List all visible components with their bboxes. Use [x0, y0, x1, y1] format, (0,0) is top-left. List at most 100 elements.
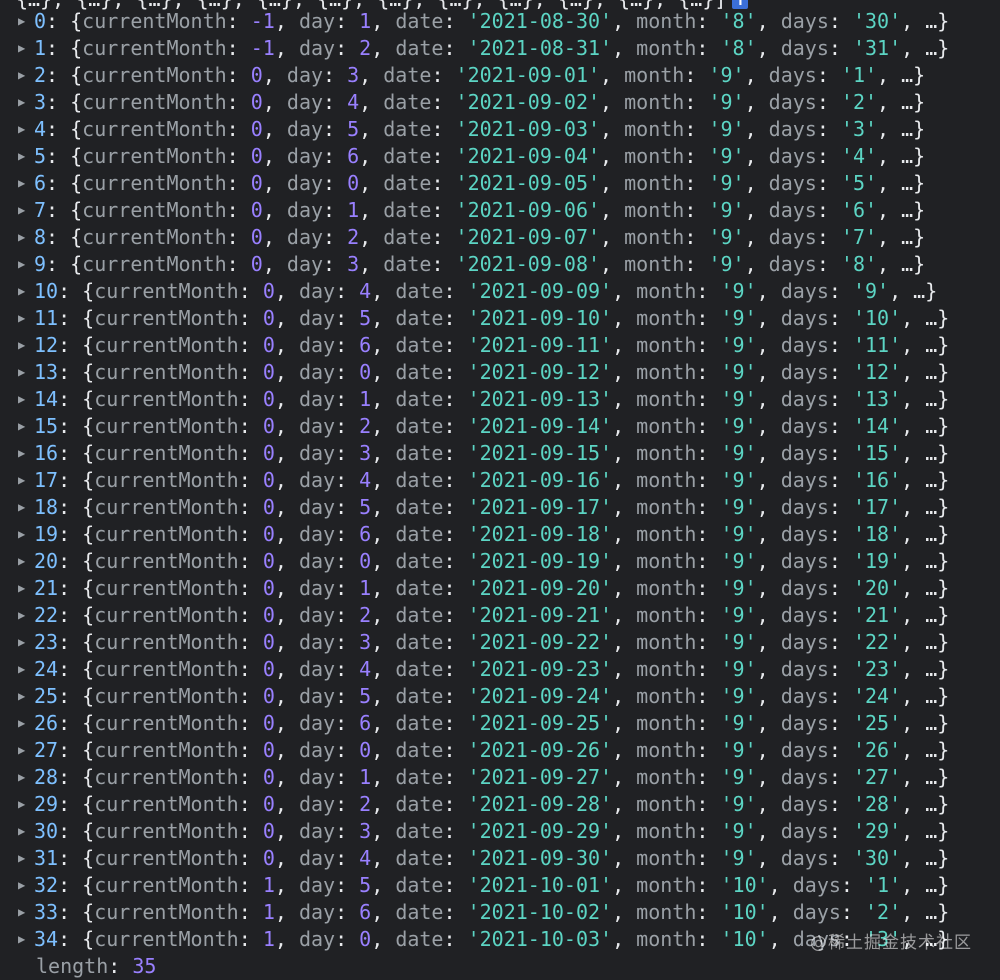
array-entry-row[interactable]: ▶ 12: {currentMonth: 0, day: 6, date: '20… [0, 332, 1000, 359]
index-colon: : { [46, 9, 83, 33]
array-entry-row[interactable]: ▶ 21: {currentMonth: 0, day: 1, date: '20… [0, 575, 1000, 602]
comma: , [612, 657, 637, 681]
expand-triangle-icon[interactable]: ▶ [18, 332, 30, 359]
expand-triangle-icon[interactable]: ▶ [18, 818, 30, 845]
colon: : [696, 603, 721, 627]
expand-triangle-icon[interactable]: ▶ [18, 305, 30, 332]
expand-triangle-icon[interactable]: ▶ [18, 143, 30, 170]
expand-triangle-icon[interactable]: ▶ [18, 683, 30, 710]
array-entry-row[interactable]: ▶ 24: {currentMonth: 0, day: 4, date: '20… [0, 656, 1000, 683]
expand-triangle-icon[interactable]: ▶ [18, 710, 30, 737]
expand-triangle-icon[interactable]: ▶ [18, 845, 30, 872]
array-entry-row[interactable]: ▶ 11: {currentMonth: 0, day: 5, date: '20… [0, 305, 1000, 332]
array-entry-row[interactable]: ▶ 14: {currentMonth: 0, day: 1, date: '20… [0, 386, 1000, 413]
expand-triangle-icon[interactable]: ▶ [18, 467, 30, 494]
array-entry-row[interactable]: ▶ 23: {currentMonth: 0, day: 3, date: '20… [0, 629, 1000, 656]
value-date: '2021-09-13' [467, 387, 613, 411]
colon: : [828, 711, 853, 735]
value-currentMonth: 0 [262, 684, 275, 708]
value-date: '2021-09-20' [467, 576, 613, 600]
expand-triangle-icon[interactable]: ▶ [18, 548, 30, 575]
array-entry-row[interactable]: ▶ 6: {currentMonth: 0, day: 0, date: '202… [0, 170, 1000, 197]
expand-triangle-icon[interactable]: ▶ [18, 602, 30, 629]
array-entry-row[interactable]: ▶ 20: {currentMonth: 0, day: 0, date: '20… [0, 548, 1000, 575]
array-entry-row[interactable]: ▶ 8: {currentMonth: 0, day: 2, date: '202… [0, 224, 1000, 251]
expand-triangle-icon[interactable]: ▶ [18, 926, 30, 953]
colon: : [238, 495, 263, 519]
index-colon: : { [58, 630, 95, 654]
array-entry-row[interactable]: ▶ 1: {currentMonth: -1, day: 2, date: '20… [0, 35, 1000, 62]
value-day: 1 [359, 576, 372, 600]
value-days: '23' [852, 657, 902, 681]
expand-triangle-icon[interactable]: ▶ [18, 62, 30, 89]
expand-triangle-icon[interactable]: ▶ [18, 35, 30, 62]
expand-triangle-icon[interactable]: ▶ [18, 521, 30, 548]
index-colon: : { [58, 279, 95, 303]
key-date: date [383, 171, 432, 195]
expand-triangle-icon[interactable]: ▶ [18, 116, 30, 143]
comma: , [274, 468, 299, 492]
array-entry-row[interactable]: ▶ 22: {currentMonth: 0, day: 2, date: '20… [0, 602, 1000, 629]
expand-triangle-icon[interactable]: ▶ [18, 629, 30, 656]
colon: : [828, 684, 853, 708]
comma: , [274, 900, 299, 924]
expand-triangle-icon[interactable]: ▶ [18, 494, 30, 521]
array-entry-row[interactable]: ▶ 17: {currentMonth: 0, day: 4, date: '20… [0, 467, 1000, 494]
array-entry-row[interactable]: ▶ 31: {currentMonth: 0, day: 4, date: '20… [0, 845, 1000, 872]
comma: , [612, 441, 637, 465]
comma: , [274, 819, 299, 843]
array-entry-row[interactable]: ▶ 16: {currentMonth: 0, day: 3, date: '20… [0, 440, 1000, 467]
expand-triangle-icon[interactable]: ▶ [18, 251, 30, 278]
array-entry-row[interactable]: ▶ 27: {currentMonth: 0, day: 0, date: '20… [0, 737, 1000, 764]
expand-triangle-icon[interactable]: ▶ [18, 737, 30, 764]
array-entry-row[interactable]: ▶ 18: {currentMonth: 0, day: 5, date: '20… [0, 494, 1000, 521]
value-date: '2021-09-05' [455, 171, 601, 195]
expand-triangle-icon[interactable]: ▶ [18, 656, 30, 683]
expand-triangle-icon[interactable]: ▶ [18, 170, 30, 197]
comma: , [612, 819, 637, 843]
array-entry-row[interactable]: ▶ 3: {currentMonth: 0, day: 4, date: '202… [0, 89, 1000, 116]
expand-triangle-icon[interactable]: ▶ [18, 359, 30, 386]
expand-triangle-icon[interactable]: ▶ [18, 764, 30, 791]
key-month: month [624, 225, 685, 249]
array-entry-row[interactable]: ▶ 0: {currentMonth: -1, day: 1, date: '20… [0, 8, 1000, 35]
array-entry-row[interactable]: ▶ 29: {currentMonth: 0, day: 2, date: '20… [0, 791, 1000, 818]
expand-triangle-icon[interactable]: ▶ [18, 386, 30, 413]
value-day: 3 [347, 252, 360, 276]
array-entry-row[interactable]: ▶ 33: {currentMonth: 1, day: 6, date: '20… [0, 899, 1000, 926]
expand-triangle-icon[interactable]: ▶ [18, 899, 30, 926]
expand-triangle-icon[interactable]: ▶ [18, 224, 30, 251]
key-month: month [636, 360, 697, 384]
expand-triangle-icon[interactable]: ▶ [18, 197, 30, 224]
expand-triangle-icon[interactable]: ▶ [18, 872, 30, 899]
comma: , [371, 495, 396, 519]
array-entry-row[interactable]: ▶ 28: {currentMonth: 0, day: 1, date: '20… [0, 764, 1000, 791]
array-entry-row[interactable]: ▶ 15: {currentMonth: 0, day: 2, date: '20… [0, 413, 1000, 440]
expand-triangle-icon[interactable]: ▶ [18, 89, 30, 116]
key-day: day [286, 144, 324, 168]
key-days: days [780, 711, 829, 735]
array-entry-row[interactable]: ▶ 5: {currentMonth: 0, day: 6, date: '202… [0, 143, 1000, 170]
expand-triangle-icon[interactable]: ▶ [18, 440, 30, 467]
array-entry-row[interactable]: ▶ 25: {currentMonth: 0, day: 5, date: '20… [0, 683, 1000, 710]
key-month: month [624, 144, 685, 168]
array-entry-row[interactable]: ▶ 4: {currentMonth: 0, day: 5, date: '202… [0, 116, 1000, 143]
array-entry-row[interactable]: ▶ 7: {currentMonth: 0, day: 1, date: '202… [0, 197, 1000, 224]
comma: , [612, 900, 637, 924]
expand-triangle-icon[interactable]: ▶ [18, 413, 30, 440]
array-entry-row[interactable]: ▶ 10: {currentMonth: 0, day: 4, date: '20… [0, 278, 1000, 305]
expand-triangle-icon[interactable]: ▶ [18, 8, 30, 35]
array-entry-row[interactable]: ▶ 13: {currentMonth: 0, day: 0, date: '20… [0, 359, 1000, 386]
array-entry-row[interactable]: ▶ 26: {currentMonth: 0, day: 6, date: '20… [0, 710, 1000, 737]
comma: , [756, 576, 781, 600]
value-day: 2 [359, 414, 372, 438]
expand-triangle-icon[interactable]: ▶ [18, 278, 30, 305]
array-entry-row[interactable]: ▶ 2: {currentMonth: 0, day: 3, date: '202… [0, 62, 1000, 89]
array-entry-row[interactable]: ▶ 19: {currentMonth: 0, day: 6, date: '20… [0, 521, 1000, 548]
colon: : [443, 819, 468, 843]
expand-triangle-icon[interactable]: ▶ [18, 575, 30, 602]
array-entry-row[interactable]: ▶ 32: {currentMonth: 1, day: 5, date: '20… [0, 872, 1000, 899]
array-entry-row[interactable]: ▶ 9: {currentMonth: 0, day: 3, date: '202… [0, 251, 1000, 278]
expand-triangle-icon[interactable]: ▶ [18, 791, 30, 818]
array-entry-row[interactable]: ▶ 30: {currentMonth: 0, day: 3, date: '20… [0, 818, 1000, 845]
